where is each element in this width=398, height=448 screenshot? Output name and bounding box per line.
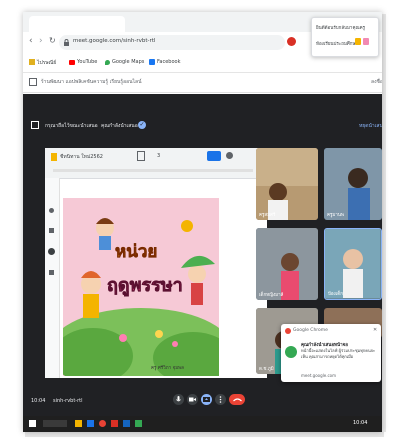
participant-name-2: ครูมานพ (327, 213, 344, 218)
slide-heading-line1: หน่วย (115, 242, 158, 263)
slides-tools (45, 198, 59, 328)
meeting-time: 10:04 (31, 398, 46, 404)
present-icon (31, 121, 39, 129)
bookmark-1[interactable]: ไปรษณีย์ (37, 59, 56, 67)
profile-popup: ยินดีต้อนรับกลับมาคุณครู ห้องเรียนประถมศ… (311, 17, 379, 57)
doc-title: ชีทนิทาน ใหม่2562 (60, 154, 103, 160)
youtube-icon (69, 60, 75, 65)
notification-close-button[interactable]: ✕ (373, 327, 377, 333)
camera-icon (189, 397, 196, 402)
notification-footer: meet.google.com (301, 373, 337, 378)
popup-line-2: ห้องเรียนประถมศึกษา (316, 42, 358, 47)
participant-name-3: เด็กหญิงมาลี (259, 293, 284, 298)
file-explorer-icon[interactable] (75, 420, 82, 427)
check-icon: ✓ (138, 121, 146, 129)
participant-tile-4[interactable]: ป้องเด็ก (324, 228, 382, 300)
taskbar-clock: 10:04 (353, 420, 368, 426)
meet-icon (285, 346, 297, 358)
chrome-icon (285, 328, 291, 334)
maps-icon (105, 60, 110, 65)
participant-video-1 (256, 148, 318, 220)
end-call-button[interactable] (229, 394, 245, 405)
shared-screen: ชีทนิทาน ใหม่2562 3 หน่วย ฤดูพรรษา ครู ศ… (45, 148, 267, 378)
address-bar[interactable]: meet.google.com/sinh-rvbt-rtl (59, 35, 285, 50)
page-number: 3 (157, 153, 161, 159)
participant-tile-3[interactable]: เด็กหญิงมาลี (256, 228, 318, 300)
bookmark-2[interactable]: YouTube (77, 59, 97, 65)
pointer-tool-icon[interactable] (48, 248, 55, 255)
presenter-label: คุณกำลังนำเสนอ (101, 123, 138, 129)
present-now-button[interactable] (201, 394, 212, 405)
popup-line-1: ยินดีต้อนรับกลับมาคุณครู (316, 26, 366, 31)
start-button[interactable] (29, 420, 36, 427)
participant-name-5: ด.ช.ภูมิ (259, 367, 274, 372)
app-icon-green[interactable] (135, 420, 142, 427)
slides-app-icon (51, 153, 57, 161)
mic-icon (176, 396, 181, 402)
participant-video-2 (324, 148, 382, 220)
shape-tool-icon[interactable] (49, 228, 54, 233)
word-icon[interactable] (123, 420, 130, 427)
page-text: ร้านพัฒนา แอปพลิเคชันความรู้ เรียนรู้ออน… (41, 79, 142, 85)
phone-hangup-icon (232, 397, 242, 401)
page-icon (29, 78, 37, 86)
slides-toolbar: ชีทนิทาน ใหม่2562 3 (45, 148, 267, 179)
present-icon (203, 396, 210, 402)
bookmark-3[interactable]: Google Maps (112, 59, 144, 65)
slide-canvas: หน่วย ฤดูพรรษา ครู ศรีวิภา จุมพล (63, 198, 219, 376)
participant-tile-1[interactable]: ครูสมศรี (256, 148, 318, 220)
participant-tile-2[interactable]: ครูมานพ (324, 148, 382, 220)
slides-account-icon (226, 152, 233, 159)
present-slide-button[interactable] (207, 151, 221, 161)
edge-icon[interactable] (87, 420, 94, 427)
reload-button[interactable]: ↻ (49, 36, 56, 45)
page-header: ร้านพัฒนา แอปพลิเคชันความรู้ เรียนรู้ออน… (23, 74, 382, 93)
notification-app: Google Chrome (293, 328, 328, 333)
notification-body: หน้านี้จะแสดงในไลฟ์ ผู้ร่วมประชุมทุกคนจะ… (301, 348, 376, 359)
mic-button[interactable] (173, 394, 184, 405)
app-icon-red[interactable] (111, 420, 118, 427)
page-shadow-bottom (25, 432, 384, 437)
participant-name-4: ป้องเด็ก (328, 292, 343, 297)
stop-presenting-link[interactable]: หยุดนำเสนอ (359, 122, 382, 130)
more-vert-icon (219, 396, 222, 403)
participant-video-4 (325, 229, 380, 298)
pen-tool-icon[interactable] (49, 208, 54, 213)
presentation-label: กรุณาถือไว้ขณะนำเสนอ (45, 123, 98, 129)
forward-button[interactable]: › (39, 36, 43, 46)
participant-video-3 (256, 228, 318, 300)
address-text: meet.google.com/sinh-rvbt-rtl (73, 38, 156, 44)
bookmark-4[interactable]: Facebook (157, 59, 181, 65)
meet-area: กรุณาถือไว้ขณะนำเสนอ คุณกำลังนำเสนอ ✓ หย… (23, 94, 382, 416)
facebook-icon (149, 59, 155, 65)
camera-button[interactable] (187, 394, 198, 405)
back-button[interactable]: ‹ (29, 36, 33, 46)
page-right-text[interactable]: ลงชื่อ (371, 78, 382, 86)
slide-thumb-icon[interactable] (137, 151, 145, 161)
popup-badge-icon (355, 38, 361, 45)
slide-heading-line2: ฤดูพรรษา (107, 275, 183, 297)
popup-avatar-icon (363, 38, 369, 45)
windows-taskbar: 10:04 (23, 416, 382, 432)
lock-icon (64, 39, 69, 46)
participant-name-1: ครูสมศรี (259, 213, 276, 218)
notification-title: คุณกำลังนำเสนอหน้าจอ (301, 343, 348, 348)
meeting-code: sinh-rvbt-rtl (53, 398, 83, 404)
bookmark-folder-icon (29, 59, 35, 65)
chrome-taskbar-icon[interactable] (99, 420, 106, 427)
profile-avatar[interactable] (287, 37, 296, 46)
slide-credit: ครู ศรีวิภา จุมพล (151, 366, 184, 371)
browser-window: ‹ › ↻ meet.google.com/sinh-rvbt-rtl ไปรษ… (23, 12, 382, 432)
slides-menu-row (53, 169, 253, 172)
more-options-button[interactable] (215, 394, 226, 405)
tab-active[interactable] (29, 16, 125, 32)
search-box[interactable] (43, 420, 67, 427)
text-tool-icon[interactable] (49, 270, 54, 275)
notification-toast: Google Chrome ✕ คุณกำลังนำเสนอหน้าจอ หน้… (281, 324, 381, 382)
